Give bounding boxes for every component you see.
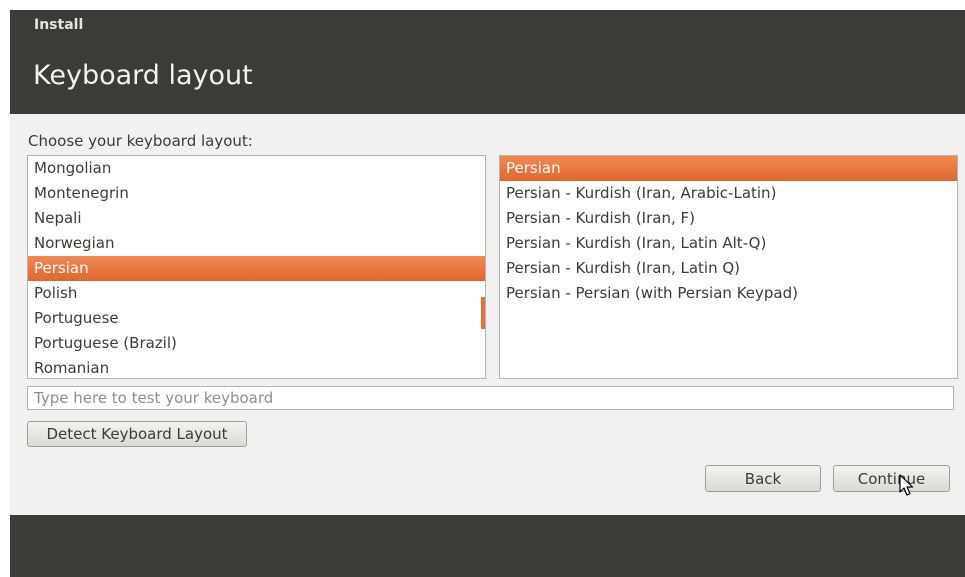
variant-list-rows: Persian Persian - Kurdish (Iran, Arabic-L… [500,156,957,306]
footer-bar [10,515,965,577]
layout-list-item[interactable]: Montenegrin [28,181,485,206]
back-button[interactable]: Back [705,465,821,492]
layout-list-item[interactable]: Portuguese (Brazil) [28,331,485,356]
layout-list-item[interactable]: Portuguese [28,306,485,331]
layout-list-item[interactable]: Romanian [28,356,485,378]
variant-list-item[interactable]: Persian - Kurdish (Iran, F) [500,206,957,231]
continue-button[interactable]: Continue [833,465,950,492]
layout-list-scrollbar[interactable] [481,297,485,329]
page-title: Keyboard layout [33,60,253,91]
layout-prompt-label: Choose your keyboard layout: [28,132,253,150]
layout-list-item[interactable]: Mongolian [28,156,485,181]
header-bar: Install Keyboard layout [10,10,965,114]
keyboard-test-input[interactable] [27,386,954,410]
variant-list-item[interactable]: Persian - Kurdish (Iran, Latin Alt-Q) [500,231,957,256]
variant-list-item[interactable]: Persian - Kurdish (Iran, Arabic-Latin) [500,181,957,206]
variant-list-item[interactable]: Persian - Persian (with Persian Keypad) [500,281,957,306]
layout-list[interactable]: Mongolian Montenegrin Nepali Norwegian Persi… [27,155,486,379]
window-title: Install [34,17,84,33]
layout-list-item[interactable]: Persian [28,256,485,281]
variant-list-item[interactable]: Persian [500,156,957,181]
detect-layout-button[interactable]: Detect Keyboard Layout [27,421,247,447]
layout-list-item[interactable]: Norwegian [28,231,485,256]
layout-list-item[interactable]: Polish [28,281,485,306]
variant-list[interactable]: Persian Persian - Kurdish (Iran, Arabic-L… [499,155,958,379]
layout-list-rows: Mongolian Montenegrin Nepali Norwegian Persi… [28,156,485,378]
pointer-cursor-icon [899,474,914,496]
variant-list-item[interactable]: Persian - Kurdish (Iran, Latin Q) [500,256,957,281]
layout-list-item[interactable]: Nepali [28,206,485,231]
